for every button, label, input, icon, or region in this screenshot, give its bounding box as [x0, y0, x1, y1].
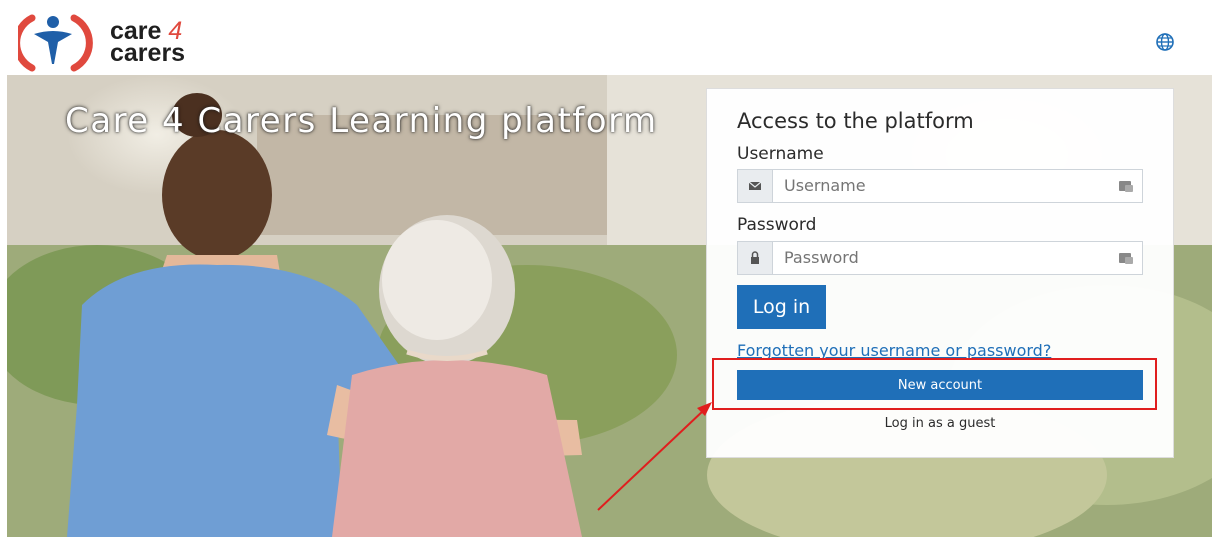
annotation-arrow-icon [597, 402, 712, 511]
